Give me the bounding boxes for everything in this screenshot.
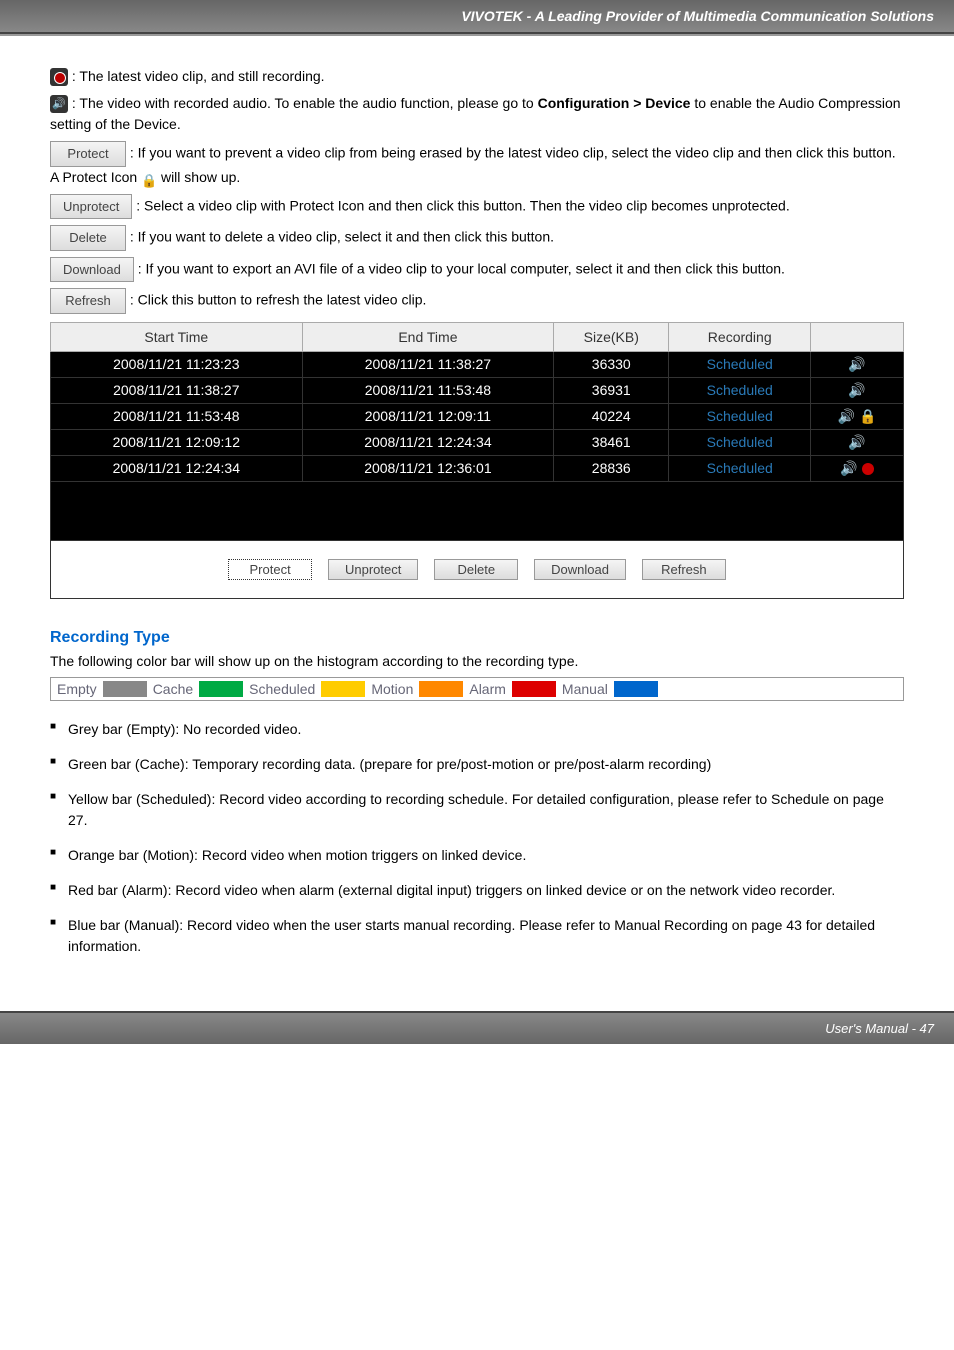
divider xyxy=(0,34,954,36)
list-item: Orange bar (Motion): Record video when m… xyxy=(50,845,904,866)
cell-start: 2008/11/21 12:24:34 xyxy=(51,455,303,481)
speaker-icon xyxy=(840,460,857,477)
text: The following color bar will show up on … xyxy=(50,653,904,669)
speaker-icon xyxy=(838,408,855,425)
cell-end: 2008/11/21 12:36:01 xyxy=(302,455,554,481)
speaker-icon xyxy=(848,356,865,373)
legend-label-alarm: Alarm xyxy=(469,681,506,697)
recording-icon xyxy=(50,68,68,86)
text: : Click this button to refresh the lates… xyxy=(130,291,426,307)
text: : If you want to export an AVI file of a… xyxy=(138,260,785,276)
cell-recording: Scheduled xyxy=(669,455,811,481)
legend-label-manual: Manual xyxy=(562,681,608,697)
cell-start: 2008/11/21 11:23:23 xyxy=(51,351,303,377)
table-button-row: Protect Unprotect Delete Download Refres… xyxy=(57,545,897,594)
protect-button[interactable]: Protect xyxy=(50,141,126,167)
cell-start: 2008/11/21 11:53:48 xyxy=(51,403,303,429)
page-footer: User's Manual - 47 xyxy=(0,1011,954,1044)
delete-button[interactable]: Delete xyxy=(434,559,518,580)
text: : If you want to delete a video clip, se… xyxy=(130,228,554,244)
col-icons xyxy=(811,322,904,351)
para-unprotect: Unprotect : Select a video clip with Pro… xyxy=(50,194,904,220)
swatch-grey xyxy=(103,681,147,697)
swatch-yellow xyxy=(321,681,365,697)
refresh-button[interactable]: Refresh xyxy=(50,288,126,314)
swatch-blue xyxy=(614,681,658,697)
cell-recording: Scheduled xyxy=(669,351,811,377)
cell-icons xyxy=(811,429,904,455)
cell-recording: Scheduled xyxy=(669,429,811,455)
cell-end: 2008/11/21 11:38:27 xyxy=(302,351,554,377)
speaker-icon xyxy=(848,382,865,399)
table-row[interactable]: 2008/11/21 11:53:482008/11/21 12:09:1140… xyxy=(51,403,904,429)
refresh-button[interactable]: Refresh xyxy=(642,559,726,580)
cell-start: 2008/11/21 12:09:12 xyxy=(51,429,303,455)
page-header: VIVOTEK - A Leading Provider of Multimed… xyxy=(0,0,954,34)
cell-end: 2008/11/21 11:53:48 xyxy=(302,377,554,403)
swatch-red xyxy=(512,681,556,697)
cell-icons xyxy=(811,455,904,481)
cell-recording: Scheduled xyxy=(669,377,811,403)
text: : Select a video clip with Protect Icon … xyxy=(136,197,789,213)
text-bold: Configuration > Device xyxy=(538,95,691,111)
audio-icon xyxy=(50,95,68,113)
legend-label-motion: Motion xyxy=(371,681,413,697)
lock-icon xyxy=(859,408,876,424)
para-protect: Protect : If you want to prevent a video… xyxy=(50,141,904,188)
text: : The latest video clip, and still recor… xyxy=(72,68,325,84)
cell-icons xyxy=(811,351,904,377)
lock-icon xyxy=(141,170,157,186)
legend-label-scheduled: Scheduled xyxy=(249,681,315,697)
cell-icons xyxy=(811,377,904,403)
para-delete: Delete : If you want to delete a video c… xyxy=(50,225,904,251)
list-item: Red bar (Alarm): Record video when alarm… xyxy=(50,880,904,901)
cell-size: 38461 xyxy=(554,429,669,455)
col-size: Size(KB) xyxy=(554,322,669,351)
list-item: Yellow bar (Scheduled): Record video acc… xyxy=(50,789,904,831)
cell-icons xyxy=(811,403,904,429)
list-item: Green bar (Cache): Temporary recording d… xyxy=(50,754,904,775)
download-button[interactable]: Download xyxy=(534,559,626,580)
cell-size: 36330 xyxy=(554,351,669,377)
recording-type-heading: Recording Type xyxy=(50,629,904,647)
legend-label-empty: Empty xyxy=(57,681,97,697)
video-clips-table: Start Time End Time Size(KB) Recording 2… xyxy=(50,322,904,599)
para-refresh: Refresh : Click this button to refresh t… xyxy=(50,288,904,314)
cell-size: 36931 xyxy=(554,377,669,403)
recording-icon xyxy=(862,463,874,475)
table-header-row: Start Time End Time Size(KB) Recording xyxy=(51,322,904,351)
delete-button[interactable]: Delete xyxy=(50,225,126,251)
legend-label-cache: Cache xyxy=(153,681,193,697)
unprotect-button[interactable]: Unprotect xyxy=(328,559,418,580)
para-recording-icon: : The latest video clip, and still recor… xyxy=(50,66,904,87)
unprotect-button[interactable]: Unprotect xyxy=(50,194,132,220)
text: will show up. xyxy=(161,169,240,185)
table-row[interactable]: 2008/11/21 11:23:232008/11/21 11:38:2736… xyxy=(51,351,904,377)
list-item: Blue bar (Manual): Record video when the… xyxy=(50,915,904,957)
cell-end: 2008/11/21 12:09:11 xyxy=(302,403,554,429)
cell-start: 2008/11/21 11:38:27 xyxy=(51,377,303,403)
text: : The video with recorded audio. To enab… xyxy=(72,95,538,111)
protect-button[interactable]: Protect xyxy=(228,559,312,580)
cell-recording: Scheduled xyxy=(669,403,811,429)
recording-type-list: Grey bar (Empty): No recorded video. Gre… xyxy=(50,719,904,957)
col-start: Start Time xyxy=(51,322,303,351)
para-download: Download : If you want to export an AVI … xyxy=(50,257,904,283)
col-recording: Recording xyxy=(669,322,811,351)
table-row[interactable]: 2008/11/21 12:24:342008/11/21 12:36:0128… xyxy=(51,455,904,481)
para-audio-icon: : The video with recorded audio. To enab… xyxy=(50,93,904,135)
swatch-orange xyxy=(419,681,463,697)
table-row[interactable]: 2008/11/21 12:09:122008/11/21 12:24:3438… xyxy=(51,429,904,455)
col-end: End Time xyxy=(302,322,554,351)
cell-end: 2008/11/21 12:24:34 xyxy=(302,429,554,455)
list-item: Grey bar (Empty): No recorded video. xyxy=(50,719,904,740)
cell-size: 40224 xyxy=(554,403,669,429)
cell-size: 28836 xyxy=(554,455,669,481)
speaker-icon xyxy=(848,434,865,451)
table-row[interactable]: 2008/11/21 11:38:272008/11/21 11:53:4836… xyxy=(51,377,904,403)
download-button[interactable]: Download xyxy=(50,257,134,283)
swatch-green xyxy=(199,681,243,697)
recording-type-legend: Empty Cache Scheduled Motion Alarm Manua… xyxy=(50,677,904,701)
